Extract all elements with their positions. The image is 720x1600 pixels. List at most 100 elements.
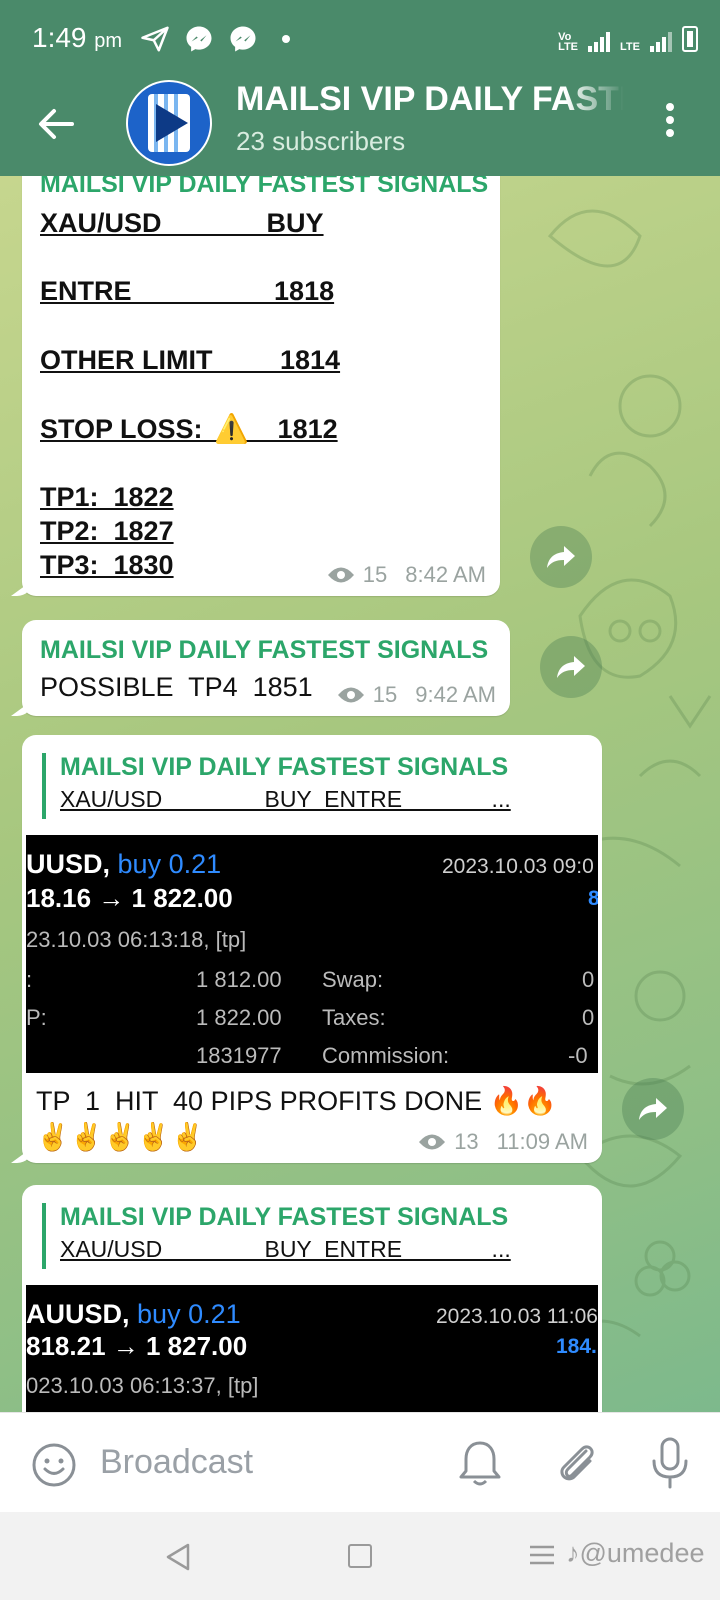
message-meta: 15 9:42 AM — [337, 682, 496, 708]
signal-icon — [588, 30, 611, 52]
back-arrow-icon[interactable] — [32, 100, 80, 148]
message-meta: 13 11:09 AM — [418, 1129, 588, 1155]
share-arrow-icon — [547, 546, 575, 568]
shot-price: 818.21 → 1 827.00 — [26, 1331, 248, 1361]
trade-screenshot[interactable]: AUUSD, buy 0.21 2023.10.03 11:06: 818.21… — [26, 1285, 598, 1412]
message-bubble-4[interactable]: MAILSI VIP DAILY FASTEST SIGNALS XAU/USD… — [22, 1185, 602, 1412]
shot-id-value: 1831977 — [196, 1043, 282, 1068]
shot-commission-label: Commission: — [322, 1043, 450, 1068]
shot-price: 18.16 → 1 822.00 — [26, 883, 233, 913]
shot-sl-label: : — [26, 967, 33, 992]
emoji-icon[interactable] — [30, 1441, 78, 1489]
shot-taxes-value: 0 — [582, 1005, 595, 1030]
message-text: POSSIBLE TP4 1851 — [40, 672, 313, 702]
shot-taxes-label: Taxes: — [322, 1005, 386, 1030]
signal-line-stoploss: STOP LOSS: 1812 — [40, 414, 338, 444]
battery-icon — [682, 26, 698, 52]
reply-quote[interactable]: MAILSI VIP DAILY FASTEST SIGNALS XAU/USD… — [42, 1203, 511, 1269]
forward-button[interactable] — [540, 636, 602, 698]
reply-text: XAU/USD BUY ENTRE ... — [60, 786, 511, 812]
shot-date: 2023.10.03 11:06: — [436, 1305, 598, 1328]
broadcast-input[interactable]: Broadcast — [100, 1443, 253, 1482]
messenger-icon — [230, 26, 256, 52]
signal-line-limit: OTHER LIMIT 1814 — [40, 345, 341, 375]
reply-sender: MAILSI VIP DAILY FASTEST SIGNALS — [60, 753, 509, 781]
views-eye-icon — [419, 1134, 446, 1150]
shot-open-time: 23.10.03 06:13:18, [tp] — [26, 927, 247, 952]
clock-time: 1:49 — [32, 22, 87, 53]
signal-line-entry: ENTRE 1818 — [40, 276, 335, 306]
microphone-icon[interactable] — [648, 1435, 692, 1491]
shot-profit: 184. — [556, 1335, 597, 1358]
view-count: 15 — [372, 682, 398, 707]
trade-screenshot[interactable]: UUSD, buy 0.21 2023.10.03 09:0 18.16 → 1… — [26, 835, 598, 1073]
shot-swap-value: 0 — [582, 967, 595, 992]
shot-symbol: UUSD, — [26, 849, 111, 879]
bell-icon[interactable] — [456, 1437, 504, 1489]
more-options-icon[interactable] — [660, 100, 680, 140]
signal-line-tp1: TP1: 1822 — [40, 482, 174, 512]
shot-tp-label: P: — [26, 1005, 47, 1030]
message-time: 9:42 AM — [415, 682, 496, 707]
view-count: 13 — [454, 1129, 479, 1154]
nav-back-icon[interactable] — [164, 1542, 192, 1572]
shot-swap-label: Swap: — [322, 967, 384, 992]
signal-icon-2 — [650, 30, 672, 52]
message-bubble-2[interactable]: MAILSI VIP DAILY FASTEST SIGNALS POSSIBL… — [22, 620, 510, 716]
subscriber-count: 23 subscribers — [236, 126, 406, 156]
reply-text: XAU/USD BUY ENTRE ... — [60, 1236, 511, 1262]
system-indicators: Vo LTE LTE — [558, 26, 698, 53]
signal-line-tp3: TP3: 1830 — [40, 550, 174, 580]
shot-date: 2023.10.03 09:0 — [442, 855, 594, 878]
attach-icon[interactable] — [552, 1437, 600, 1489]
chat-header: MAILSI VIP DAILY FASTEST SIGNALS 23 subs… — [0, 80, 720, 176]
nav-home-icon[interactable] — [348, 1544, 372, 1568]
message-sender: MAILSI VIP DAILY FASTEST SIGNALS — [40, 176, 489, 198]
status-bar: 1:49 pm Vo LTE LTE — [0, 0, 720, 80]
watermark: ♪@umedee — [566, 1538, 704, 1569]
reply-quote[interactable]: MAILSI VIP DAILY FASTEST SIGNALS XAU/USD… — [42, 753, 511, 819]
message-meta: 15 8:42 AM — [327, 562, 486, 588]
shot-symbol: AUUSD, — [26, 1299, 130, 1329]
forward-button[interactable] — [530, 526, 592, 588]
views-eye-icon — [327, 567, 354, 583]
volte-icon: Vo LTE — [558, 31, 579, 53]
system-nav-bar: ♪@umedee — [0, 1512, 720, 1600]
share-arrow-icon — [557, 656, 585, 678]
warning-icon: ⚠️ — [214, 413, 249, 444]
share-arrow-icon — [639, 1098, 667, 1120]
watermark-text: @umedee — [579, 1538, 705, 1568]
signal-line-pair: XAU/USD BUY — [40, 208, 324, 238]
shot-profit: 8 — [588, 887, 598, 910]
nav-recents-icon[interactable] — [528, 1544, 556, 1566]
shot-trade: buy 0.21 — [117, 849, 222, 879]
messenger-icon — [186, 26, 212, 52]
message-bubble-3[interactable]: MAILSI VIP DAILY FASTEST SIGNALS XAU/USD… — [22, 735, 602, 1163]
reply-sender: MAILSI VIP DAILY FASTEST SIGNALS — [60, 1203, 509, 1231]
forward-button[interactable] — [622, 1078, 684, 1140]
dot-icon — [282, 35, 290, 43]
tiktok-icon: ♪ — [566, 1538, 580, 1568]
channel-title[interactable]: MAILSI VIP DAILY FASTEST SIGNALS — [236, 80, 624, 119]
clock-ampm: pm — [94, 30, 123, 52]
notification-icons — [140, 24, 290, 54]
play-logo-icon — [128, 82, 210, 164]
shot-trade: buy 0.21 — [137, 1299, 241, 1329]
message-bubble-1[interactable]: MAILSI VIP DAILY FASTEST SIGNALS XAU/USD… — [22, 176, 500, 596]
network-type: LTE — [620, 41, 640, 53]
channel-avatar[interactable] — [126, 80, 212, 166]
telegram-send-icon — [141, 26, 169, 52]
message-text: TP 1 HIT 40 PIPS PROFITS DONE 🔥🔥 — [36, 1086, 557, 1116]
message-time: 11:09 AM — [496, 1129, 588, 1154]
message-time: 8:42 AM — [405, 562, 486, 587]
broadcast-bar: Broadcast — [0, 1412, 720, 1512]
chat-area[interactable]: MAILSI VIP DAILY FASTEST SIGNALS XAU/USD… — [0, 176, 720, 1412]
shot-sl-value: 1 812.00 — [196, 967, 282, 992]
views-eye-icon — [337, 687, 364, 703]
shot-commission-value: -0 — [568, 1043, 588, 1068]
message-sender: MAILSI VIP DAILY FASTEST SIGNALS — [40, 636, 489, 664]
shot-tp-value: 1 822.00 — [196, 1005, 282, 1030]
shot-open-time: 023.10.03 06:13:37, [tp] — [26, 1373, 259, 1398]
clock: 1:49 pm — [32, 22, 122, 54]
view-count: 15 — [362, 562, 388, 587]
